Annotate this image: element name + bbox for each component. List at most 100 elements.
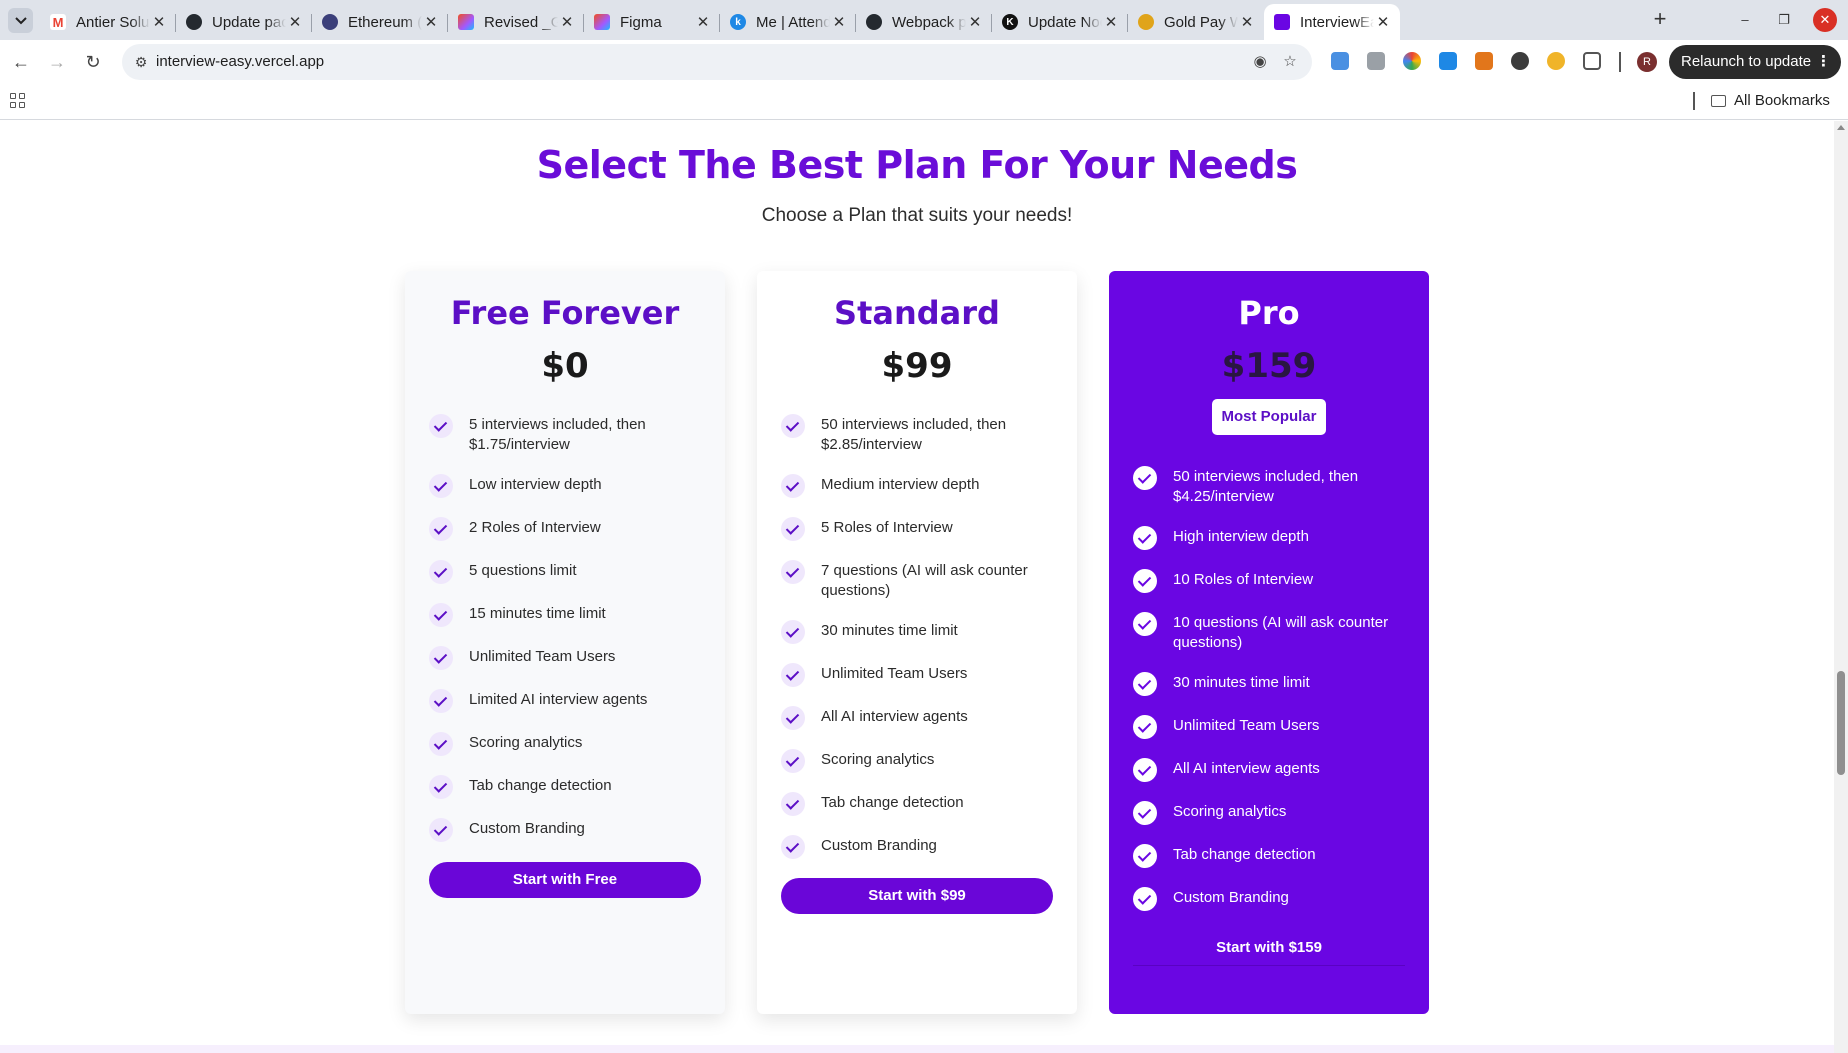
feature-item: 5 interviews included, then $1.75/interv… [429,414,709,455]
feature-item: 10 questions (AI will ask counter questi… [1133,612,1413,653]
feature-item: Tab change detection [1133,844,1413,868]
tab[interactable]: Ethereum (ETH) ✕ [312,4,448,40]
check-icon [781,560,805,584]
check-icon [429,517,453,541]
window-close-button[interactable]: ✕ [1813,8,1837,32]
check-icon [429,560,453,584]
all-bookmarks-button[interactable]: All Bookmarks [1711,92,1830,109]
scroll-up-icon[interactable] [1837,125,1845,130]
minimize-button[interactable]: – [1733,8,1757,32]
eye-off-icon[interactable]: ◉ [1250,52,1270,72]
k-icon: k [730,14,746,30]
close-icon[interactable]: ✕ [1102,13,1120,31]
star-icon[interactable]: ☆ [1280,52,1300,72]
check-icon [429,818,453,842]
relaunch-button[interactable]: Relaunch to update ⋮ [1669,45,1841,79]
k-icon: K [1002,14,1018,30]
scrollbar-thumb[interactable] [1837,671,1845,775]
feature-item: Unlimited Team Users [1133,715,1413,739]
check-icon [781,517,805,541]
site-info-icon[interactable]: ⚙ [132,53,150,71]
close-icon[interactable]: ✕ [286,13,304,31]
check-icon [429,603,453,627]
close-icon[interactable]: ✕ [150,13,168,31]
close-icon[interactable]: ✕ [966,13,984,31]
start-free-button[interactable]: Start with Free [429,862,701,898]
extension-camera-icon[interactable] [1367,52,1385,70]
tab-title: Me | Attendance [756,13,830,31]
tab-active[interactable]: InterviewEasy ✕ [1264,4,1400,40]
reload-button[interactable]: ↻ [82,51,104,73]
feature-item: Custom Branding [781,835,1061,859]
feature-item: 50 interviews included, then $2.85/inter… [781,414,1061,455]
page-subtitle: Choose a Plan that suits your needs! [761,205,1073,226]
check-icon [1133,672,1157,696]
tab[interactable]: Update package ✕ [176,4,312,40]
feature-item: 30 minutes time limit [1133,672,1413,696]
feature-item: High interview depth [1133,526,1413,550]
figma-icon [594,14,610,30]
tab-title: Gold Pay Wallet [1164,13,1238,31]
check-icon [781,620,805,644]
plan-card-free: Free Forever $0 5 interviews included, t… [405,271,725,1014]
new-tab-button[interactable]: + [1648,8,1672,32]
close-icon[interactable]: ✕ [558,13,576,31]
avatar[interactable]: R [1637,52,1657,72]
feature-item: 30 minutes time limit [781,620,1061,644]
close-icon[interactable]: ✕ [422,13,440,31]
feature-item: Scoring analytics [1133,801,1413,825]
check-icon [781,663,805,687]
restore-button[interactable]: ❐ [1772,8,1796,32]
start-pro-button[interactable]: Start with $159 [1133,930,1405,966]
next-section-edge [0,1045,1834,1053]
extension-color-icon[interactable] [1403,52,1421,70]
tab-search-button[interactable] [8,8,33,33]
feature-list: 50 interviews included, then $4.25/inter… [1133,466,1413,931]
tab[interactable]: Webpack path ✕ [856,4,992,40]
tab[interactable]: Figma ✕ [584,4,720,40]
tab-title: Antier Solutions [76,13,150,31]
feature-item: 5 questions limit [429,560,709,584]
check-icon [429,775,453,799]
tab-title: Ethereum (ETH) [348,13,422,31]
moon-icon [322,14,338,30]
address-bar[interactable]: ⚙ interview-easy.vercel.app ◉ ☆ [122,44,1312,80]
tab[interactable]: Gold Pay Wallet ✕ [1128,4,1264,40]
feature-item: 2 Roles of Interview [429,517,709,541]
chevron-down-icon [14,16,27,24]
apps-grid-icon[interactable] [10,93,28,111]
tab[interactable]: Revised _Gold ✕ [448,4,584,40]
browser-toolbar: ← → ↻ ⚙ interview-easy.vercel.app ◉ ☆ [0,40,1848,84]
start-standard-button[interactable]: Start with $99 [781,878,1053,914]
extension-ai-icon[interactable] [1511,52,1529,70]
most-popular-badge: Most Popular [1212,399,1326,435]
back-button[interactable]: ← [10,51,32,73]
feature-item: Scoring analytics [429,732,709,756]
close-icon[interactable]: ✕ [1374,13,1392,31]
plan-card-pro: Pro $159 Most Popular 50 interviews incl… [1109,271,1429,1014]
feature-item: 50 interviews included, then $4.25/inter… [1133,466,1413,507]
extension-screenshot-icon[interactable] [1439,52,1457,70]
check-icon [429,474,453,498]
close-icon[interactable]: ✕ [1238,13,1256,31]
forward-button[interactable]: → [46,51,68,73]
close-icon[interactable]: ✕ [694,13,712,31]
feature-item: 5 Roles of Interview [781,517,1061,541]
folder-icon [1711,94,1726,107]
close-icon[interactable]: ✕ [830,13,848,31]
plan-name: Pro [1238,294,1300,332]
extension-translate-icon[interactable] [1331,52,1349,70]
tab[interactable]: M Antier Solutions ✕ [40,4,176,40]
tab[interactable]: k Me | Attendance ✕ [720,4,856,40]
extension-gold-icon[interactable] [1547,52,1565,70]
feature-item: Unlimited Team Users [781,663,1061,687]
feature-item: 7 questions (AI will ask counter questio… [781,560,1061,601]
scrollbar[interactable] [1834,121,1848,1053]
check-icon [1133,887,1157,911]
metamask-icon[interactable] [1475,52,1493,70]
github-icon [866,14,882,30]
more-icon: ⋮ [1816,53,1831,70]
url-text[interactable]: interview-easy.vercel.app [156,53,324,70]
tab[interactable]: K Update Node ✕ [992,4,1128,40]
puzzle-icon[interactable] [1583,52,1601,70]
